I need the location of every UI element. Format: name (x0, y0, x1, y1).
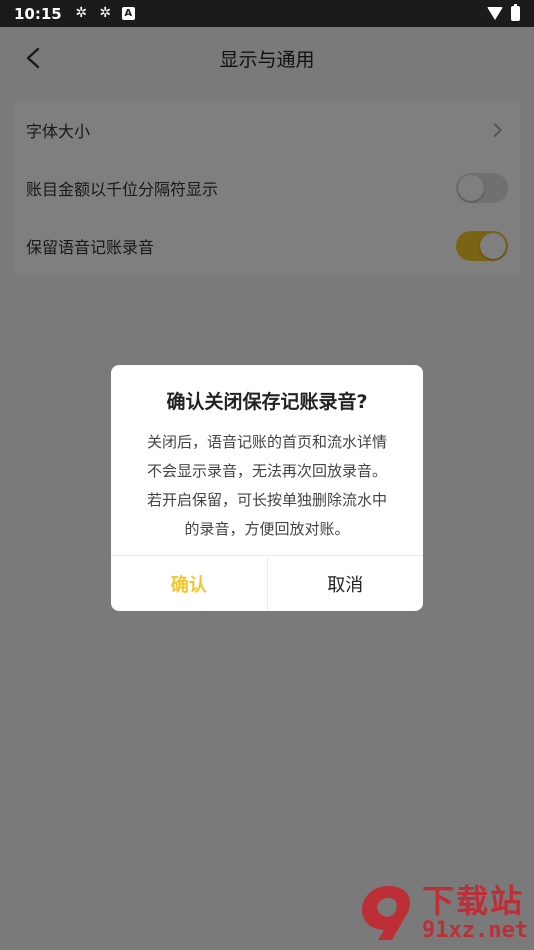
dialog-body-line: 的录音，方便回放对账。 (184, 520, 350, 538)
dialog-body-line: 关闭后，语音记账的首页和流水详情 (146, 433, 387, 451)
dialog-body-line: 若开启保留，可长按单独删除流水中 (146, 491, 387, 509)
app-notification-icon: ✲ (75, 5, 88, 21)
dialog-body-line: 不会显示录音，无法再次回放录音。 (146, 462, 387, 480)
battery-charging-icon (511, 4, 520, 21)
dialog-body: 关闭后，语音记账的首页和流水详情 不会显示录音，无法再次回放录音。 若开启保留，… (111, 428, 423, 544)
watermark-cn: 下载站 (422, 882, 525, 920)
cancel-button[interactable]: 取消 (268, 556, 424, 611)
watermark-logo-icon (362, 886, 411, 940)
dialog-actions: 确认 取消 (111, 555, 423, 611)
status-bar: 10:15 ✲ ✲ A (0, 0, 534, 27)
wifi-icon (487, 7, 503, 20)
dialog-title: 确认关闭保存记账录音? (166, 391, 368, 413)
confirm-dialog: 确认关闭保存记账录音? 关闭后，语音记账的首页和流水详情 不会显示录音，无法再次… (111, 365, 423, 611)
a-icon: A (121, 7, 135, 20)
watermark-url: 91xz.net (422, 918, 528, 943)
app-notification-icon: ✲ (99, 5, 112, 21)
watermark: 下载站 91xz.net (358, 882, 528, 944)
watermark-text: 下载站 91xz.net (422, 883, 528, 943)
status-time: 10:15 (14, 4, 62, 23)
confirm-button[interactable]: 确认 (111, 556, 268, 611)
